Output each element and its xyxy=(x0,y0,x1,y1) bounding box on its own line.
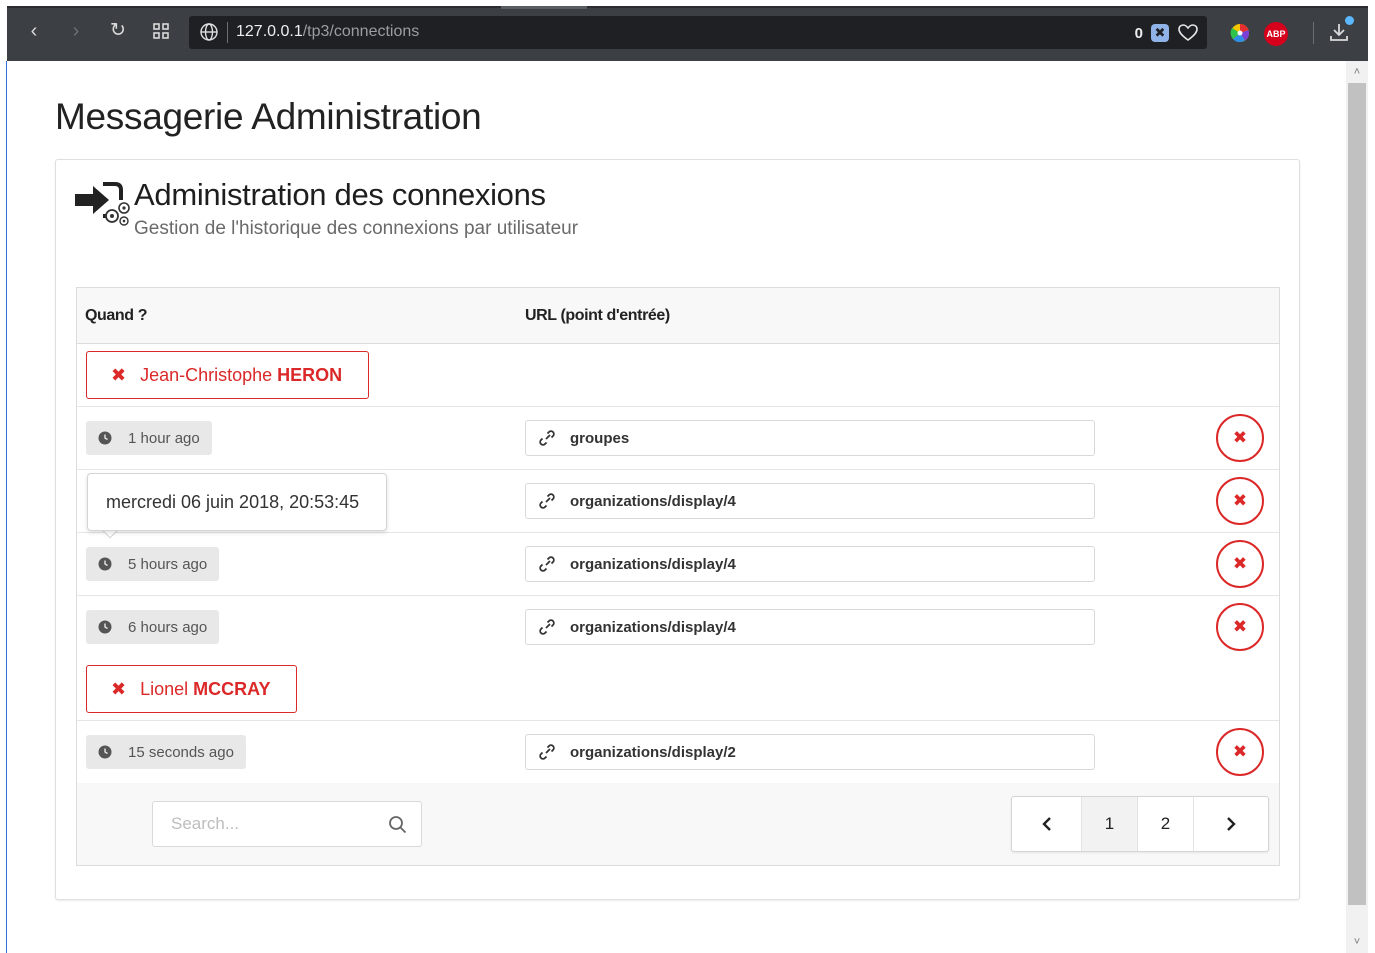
browser-top-line xyxy=(7,6,1368,8)
delete-connection-button[interactable]: ✖ xyxy=(1216,477,1264,525)
pagination-page-2[interactable]: 2 xyxy=(1138,797,1194,851)
search-input[interactable] xyxy=(153,802,383,846)
user-first-name: Lionel xyxy=(140,678,189,699)
clock-icon xyxy=(98,620,112,634)
url-field[interactable]: organizations/display/4 xyxy=(525,483,1095,519)
url-field[interactable]: organizations/display/4 xyxy=(525,546,1095,582)
chevron-left-icon xyxy=(1041,817,1051,831)
pagination-prev-button[interactable] xyxy=(1012,797,1082,851)
link-icon xyxy=(539,430,555,446)
address-bar[interactable]: 127.0.0.1/tp3/connections 0 ✖ xyxy=(189,16,1207,49)
user-group-row: ✖ Jean-Christophe HERON xyxy=(77,344,1279,407)
user-last-name: MCCRAY xyxy=(193,678,271,699)
address-text[interactable]: 127.0.0.1/tp3/connections xyxy=(236,23,419,41)
table-header: Quand ? URL (point d'entrée) xyxy=(77,288,1279,344)
date-tooltip: mercredi 06 juin 2018, 20:53:45 xyxy=(87,473,387,531)
link-icon xyxy=(539,493,555,509)
column-header-url: URL (point d'entrée) xyxy=(525,307,670,324)
time-text: 1 hour ago xyxy=(128,429,200,447)
pagination: 1 2 xyxy=(1011,796,1269,852)
address-separator xyxy=(227,22,228,43)
url-field[interactable]: groupes xyxy=(525,420,1095,456)
table-row: 5 hours ago organizations/display/4 ✖ xyxy=(77,533,1279,596)
pagination-next-button[interactable] xyxy=(1194,797,1268,851)
globe-icon xyxy=(200,23,218,41)
color-wheel-extension-icon[interactable] xyxy=(1229,22,1251,44)
adblock-extension-icon[interactable]: ABP xyxy=(1264,22,1288,46)
scroll-down-icon[interactable]: ˅ xyxy=(1346,933,1368,951)
table-row: 1 hour ago groupes ✖ xyxy=(77,407,1279,470)
table-row: 6 hours ago organizations/display/4 ✖ xyxy=(77,596,1279,659)
time-label[interactable]: 6 hours ago xyxy=(86,610,220,644)
active-tab-indicator xyxy=(501,6,587,9)
url-text: organizations/display/4 xyxy=(570,618,736,636)
table-footer: 1 2 xyxy=(77,783,1279,865)
close-icon: ✖ xyxy=(111,364,127,385)
table-row: 15 seconds ago organizations/display/2 ✖ xyxy=(77,721,1279,784)
address-path: /tp3/connections xyxy=(302,23,420,40)
scrollbar-thumb[interactable] xyxy=(1348,83,1366,905)
clock-icon xyxy=(98,431,112,445)
user-last-name: HERON xyxy=(277,364,343,385)
time-text: 15 seconds ago xyxy=(128,743,234,761)
time-text: 5 hours ago xyxy=(128,555,208,573)
page-scrollbar[interactable]: ˄ ˅ xyxy=(1346,61,1368,953)
url-text: organizations/display/4 xyxy=(570,555,736,573)
address-bar-actions: 0 ✖ xyxy=(1135,21,1199,45)
url-text: groupes xyxy=(570,429,630,447)
forward-icon[interactable]: › xyxy=(65,20,87,42)
url-text: organizations/display/2 xyxy=(570,743,736,761)
shield-icon[interactable]: ✖ xyxy=(1151,24,1169,42)
delete-connection-button[interactable]: ✖ xyxy=(1216,603,1264,651)
url-text: organizations/display/4 xyxy=(570,492,736,510)
remove-user-button[interactable]: ✖ Lionel MCCRAY xyxy=(86,665,298,713)
delete-connection-button[interactable]: ✖ xyxy=(1216,414,1264,462)
search-icon[interactable] xyxy=(388,815,407,834)
link-icon xyxy=(539,556,555,572)
download-notification-dot xyxy=(1345,16,1354,25)
close-icon: ✖ xyxy=(111,678,127,699)
sign-in-gears-icon xyxy=(75,182,130,226)
url-field[interactable]: organizations/display/2 xyxy=(525,734,1095,770)
delete-connection-button[interactable]: ✖ xyxy=(1216,728,1264,776)
browser-toolbar: ‹ › ↻ 127.0.0.1/tp3/connections 0 ✖ ABP xyxy=(7,6,1368,61)
section-subtitle: Gestion de l'historique des connexions p… xyxy=(134,218,579,239)
scroll-up-icon[interactable]: ˄ xyxy=(1346,63,1368,81)
address-host: 127.0.0.1 xyxy=(236,23,303,40)
clock-icon xyxy=(98,745,112,759)
reload-icon[interactable]: ↻ xyxy=(107,20,129,42)
clock-icon xyxy=(98,557,112,571)
chevron-right-icon xyxy=(1227,817,1236,831)
time-label[interactable]: 1 hour ago xyxy=(86,421,212,455)
page-title: Messagerie Administration xyxy=(55,96,482,137)
pagination-page-1[interactable]: 1 xyxy=(1082,797,1138,851)
section-title: Administration des connexions xyxy=(134,177,546,212)
search-box xyxy=(152,801,422,847)
back-icon[interactable]: ‹ xyxy=(23,20,45,42)
heart-icon[interactable] xyxy=(1177,22,1199,44)
remove-user-button[interactable]: ✖ Jean-Christophe HERON xyxy=(86,351,370,399)
link-icon xyxy=(539,744,555,760)
connections-table: Quand ? URL (point d'entrée) ✖ Jean-Chri… xyxy=(76,287,1280,866)
column-header-when: Quand ? xyxy=(85,307,148,324)
user-first-name: Jean-Christophe xyxy=(140,364,273,385)
speed-dial-icon[interactable] xyxy=(150,20,172,42)
user-group-row: ✖ Lionel MCCRAY xyxy=(77,658,1279,721)
window-left-border xyxy=(6,61,7,953)
time-label[interactable]: 15 seconds ago xyxy=(86,735,246,769)
delete-connection-button[interactable]: ✖ xyxy=(1216,540,1264,588)
time-text: 6 hours ago xyxy=(128,618,208,636)
toolbar-divider xyxy=(1313,22,1314,44)
time-label[interactable]: 5 hours ago xyxy=(86,547,220,581)
link-icon xyxy=(539,619,555,635)
tracker-count: 0 xyxy=(1134,24,1143,42)
url-field[interactable]: organizations/display/4 xyxy=(525,609,1095,645)
